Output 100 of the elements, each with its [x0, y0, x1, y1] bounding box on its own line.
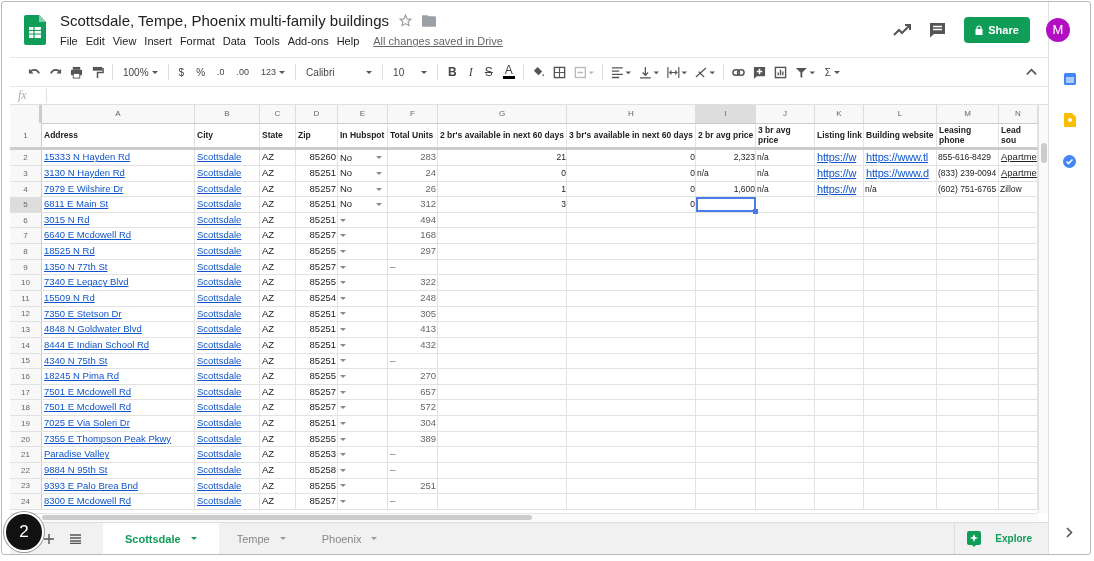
address-link[interactable]: 6811 E Main St [44, 198, 109, 210]
dropdown-cell[interactable]: No [338, 181, 388, 197]
trend-icon[interactable] [893, 23, 911, 36]
text-rotation-icon[interactable] [694, 65, 715, 79]
note-icon[interactable] [1063, 113, 1076, 127]
tasks-icon[interactable] [1063, 155, 1076, 168]
bold-button[interactable]: B [446, 65, 459, 80]
address-link[interactable]: 1350 N 77th St [44, 260, 108, 272]
row-header[interactable]: 18 [10, 400, 42, 416]
folder-icon[interactable] [422, 14, 437, 27]
city-link[interactable]: Scottsdale [197, 292, 242, 303]
address-link[interactable]: Paradise Valley [44, 448, 110, 460]
address-link[interactable]: 7355 E Thompson Peak Pkwy [44, 432, 172, 444]
city-link[interactable]: Scottsdale [197, 182, 242, 194]
document-title[interactable]: Scottsdale, Tempe, Phoenix multi-family buildings [60, 12, 390, 30]
city-link[interactable]: Scottsdale [197, 495, 242, 507]
add-sheet-icon[interactable] [44, 533, 54, 544]
address-link[interactable]: 7501 E Mcdowell Rd [44, 401, 132, 413]
avatar[interactable]: M [1046, 17, 1070, 42]
functions-dropdown[interactable]: Σ [822, 66, 842, 78]
save-status-link[interactable]: All changes saved in Drive [373, 35, 503, 48]
borders-icon[interactable] [552, 65, 566, 79]
fill-color-icon[interactable] [531, 65, 545, 79]
address-link[interactable]: 8300 E Mcdowell Rd [44, 495, 132, 507]
print-icon[interactable] [70, 65, 83, 79]
vertical-scrollbar[interactable] [1038, 105, 1048, 514]
url-link[interactable]: https://w [817, 151, 857, 164]
row-header[interactable]: 2 [10, 150, 42, 166]
selected-cell[interactable] [696, 197, 756, 212]
city-link[interactable]: Scottsdale [197, 338, 242, 350]
city-link[interactable]: Scottsdale [197, 229, 242, 241]
row-header[interactable]: 21 [10, 447, 42, 463]
sheet-list-icon[interactable] [70, 533, 81, 544]
source-link[interactable]: Apartme [1001, 166, 1037, 178]
city-link[interactable]: Scottsdale [197, 307, 242, 319]
url-link[interactable]: https://www.d [866, 166, 929, 179]
city-link[interactable]: Scottsdale [197, 151, 242, 163]
menu-item[interactable]: Edit [85, 35, 105, 48]
chevron-right-icon[interactable] [1066, 527, 1073, 538]
city-link[interactable]: Scottsdale [197, 401, 242, 413]
city-link[interactable]: Scottsdale [197, 166, 242, 178]
address-link[interactable]: 7979 E Wilshire Dr [44, 182, 124, 194]
menu-item[interactable]: View [112, 35, 137, 48]
percent-button[interactable]: % [194, 66, 208, 78]
chart-icon[interactable] [773, 65, 787, 79]
url-link[interactable]: https://w [817, 166, 857, 179]
city-link[interactable]: Scottsdale [197, 323, 242, 335]
sheets-logo-icon[interactable] [24, 14, 46, 45]
menu-item[interactable]: Insert [144, 35, 172, 48]
dropdown-cell[interactable]: No [338, 165, 388, 181]
address-link[interactable]: 7025 E Via Soleri Dr [44, 417, 130, 429]
city-link[interactable]: Scottsdale [197, 213, 242, 225]
row-header[interactable]: 5 [10, 197, 42, 212]
menu-item[interactable]: Tools [253, 35, 280, 48]
address-link[interactable]: 7340 E Legacy Blvd [44, 276, 129, 288]
row-header[interactable]: 10 [10, 275, 42, 290]
font-dropdown[interactable]: Calibri [304, 66, 375, 78]
text-color-button[interactable]: A [502, 65, 515, 80]
paint-format-icon[interactable] [91, 65, 104, 79]
currency-button[interactable]: $ [176, 66, 187, 78]
align-icon[interactable] [610, 65, 631, 79]
sheet-tab[interactable]: Scottsdale [103, 523, 219, 554]
address-link[interactable]: 6640 E Mcdowell Rd [44, 229, 132, 241]
city-link[interactable]: Scottsdale [197, 260, 242, 272]
address-link[interactable]: 18245 N Pima Rd [44, 370, 119, 382]
star-icon[interactable] [399, 14, 413, 28]
share-button[interactable]: Share [964, 16, 1030, 43]
source-link[interactable]: Apartme [1001, 151, 1037, 163]
row-header[interactable]: 24 [10, 494, 42, 509]
font-size-dropdown[interactable]: 10 [391, 66, 430, 78]
add-comment-icon[interactable] [752, 65, 766, 79]
menu-item[interactable]: Format [179, 35, 215, 48]
address-link[interactable]: 9884 N 95th St [44, 464, 108, 476]
address-link[interactable]: 7350 E Stetson Dr [44, 307, 122, 319]
decrease-decimal-button[interactable]: .0 [215, 67, 227, 78]
comment-icon[interactable] [929, 21, 946, 38]
dropdown-cell[interactable]: No [338, 150, 388, 166]
city-link[interactable]: Scottsdale [197, 432, 242, 444]
scroll-thumb[interactable] [1041, 143, 1047, 164]
url-link[interactable]: https://w [817, 182, 857, 195]
address-link[interactable]: 3015 N Rd [44, 213, 90, 225]
address-link[interactable]: 4848 N Goldwater Blvd [44, 323, 142, 335]
scroll-thumb[interactable] [42, 515, 532, 521]
address-link[interactable]: 15333 N Hayden Rd [44, 151, 131, 163]
address-link[interactable]: 7501 E Mcdowell Rd [44, 385, 132, 397]
city-link[interactable]: Scottsdale [197, 276, 242, 288]
filter-icon[interactable] [794, 65, 815, 79]
text-wrap-icon[interactable] [666, 65, 687, 79]
increase-decimal-button[interactable]: .00 [234, 67, 252, 78]
address-link[interactable]: 4340 N 75th St [44, 354, 108, 366]
city-link[interactable]: Scottsdale [197, 417, 242, 429]
number-format-dropdown[interactable]: 123 [259, 67, 288, 78]
city-link[interactable]: Scottsdale [197, 479, 242, 491]
row-header[interactable]: 8 [10, 244, 42, 259]
strikethrough-button[interactable]: S [482, 65, 495, 80]
city-link[interactable]: Scottsdale [197, 354, 242, 366]
dropdown-cell[interactable]: No [338, 197, 388, 212]
calendar-icon[interactable] [1063, 73, 1076, 85]
city-link[interactable]: Scottsdale [197, 448, 242, 460]
address-link[interactable]: 9393 E Palo Brea Bnd [44, 479, 138, 491]
